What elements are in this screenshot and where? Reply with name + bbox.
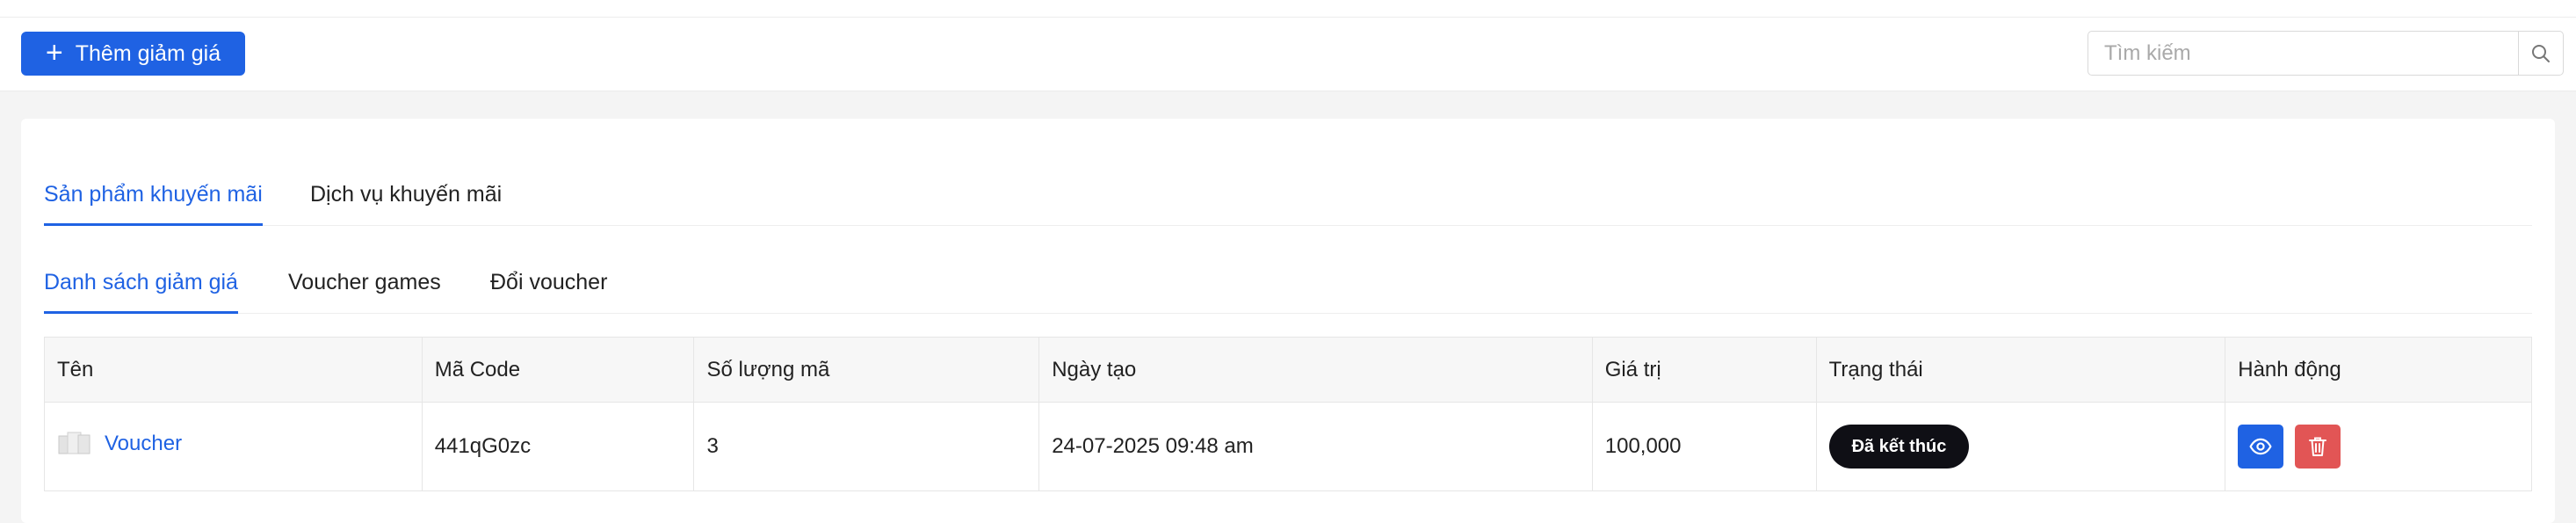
actions-cell: [2225, 403, 2531, 490]
column-header: Số lượng mã: [694, 338, 1040, 402]
plus-icon: +: [45, 35, 63, 69]
name-cell: Voucher: [45, 403, 423, 490]
add-discount-button[interactable]: + Thêm giảm giá: [21, 32, 245, 76]
tab-promo-products[interactable]: Sản phẩm khuyến mãi: [44, 173, 263, 226]
column-header: Mã Code: [423, 338, 695, 402]
toolbar: + Thêm giảm giá: [0, 18, 2576, 91]
quantity-cell: 3: [694, 403, 1040, 490]
column-header: Ngày tạo: [1039, 338, 1593, 402]
eye-icon: [2249, 438, 2272, 455]
code-cell: 441qG0zc: [423, 403, 695, 490]
primary-tabs: Sản phẩm khuyến mãi Dịch vụ khuyến mãi: [44, 173, 2532, 226]
table-row: Voucher 441qG0zc 3 24-07-2025 09:48 am 1…: [45, 403, 2531, 490]
tab-promo-services[interactable]: Dịch vụ khuyến mãi: [310, 173, 502, 226]
content-card: Sản phẩm khuyến mãi Dịch vụ khuyến mãi D…: [21, 119, 2555, 523]
column-header: Hành động: [2238, 357, 2341, 381]
search-button[interactable]: [2518, 31, 2564, 76]
column-header: Tên: [45, 338, 423, 402]
search-box: [2088, 31, 2564, 76]
image-thumbnail-icon: [58, 432, 90, 454]
column-header: Giá trị: [1593, 338, 1817, 402]
tab-exchange-voucher[interactable]: Đổi voucher: [490, 261, 607, 314]
view-button[interactable]: [2238, 425, 2284, 469]
delete-button[interactable]: [2295, 425, 2341, 469]
column-header: Trạng thái: [1817, 338, 2226, 402]
discount-table: Tên Mã Code Số lượng mã Ngày tạo Giá trị…: [44, 337, 2532, 491]
search-icon: [2532, 44, 2550, 62]
tab-discount-list[interactable]: Danh sách giảm giá: [44, 261, 238, 314]
created-date-cell: 24-07-2025 09:48 am: [1039, 403, 1593, 490]
secondary-tabs: Danh sách giảm giá Voucher games Đổi vou…: [44, 261, 2532, 314]
value-cell: 100,000: [1593, 403, 1817, 490]
top-strip: [0, 0, 2576, 18]
search-input[interactable]: [2088, 31, 2518, 76]
tab-voucher-games[interactable]: Voucher games: [288, 261, 441, 314]
table-header: Tên Mã Code Số lượng mã Ngày tạo Giá trị…: [45, 338, 2531, 403]
add-discount-label: Thêm giảm giá: [75, 40, 221, 66]
voucher-name-link[interactable]: Voucher: [105, 432, 182, 456]
trash-icon: [2309, 437, 2327, 456]
status-cell: Đã kết thúc: [1817, 403, 2226, 490]
status-badge: Đã kết thúc: [1828, 425, 1970, 469]
